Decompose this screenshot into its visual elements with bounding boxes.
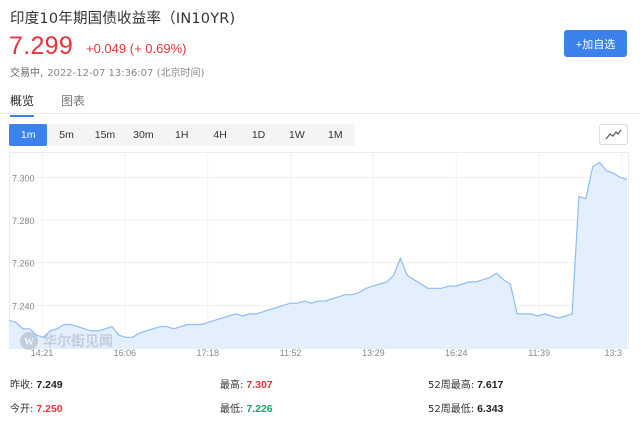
current-price: 7.299 <box>9 32 74 60</box>
trading-status: 交易中, 2022-12-07 13:36:07 (北京时间) <box>10 64 204 79</box>
range-4h[interactable]: 4H <box>201 124 239 146</box>
range-15m[interactable]: 15m <box>86 124 124 146</box>
yield-chart[interactable]: 7.3007.2807.2607.240 14:21 16:06 17:18 11:5… <box>9 152 629 362</box>
stat-label: 52周最低: <box>428 404 475 415</box>
x-tick-label: 11:39 <box>528 348 550 358</box>
x-axis: 14:21 16:06 17:18 11:52 13:29 16:24 11:39 13:3 <box>31 348 622 358</box>
y-axis: 7.300 7.280 7.260 7.240 <box>12 173 35 311</box>
range-1w[interactable]: 1W <box>278 124 316 146</box>
y-tick-label: 7.300 <box>12 173 35 183</box>
y-tick-label: 7.280 <box>12 216 35 226</box>
timestamp: 2022-12-07 13:36:07 (北京时间) <box>47 68 205 79</box>
stat-prev-close: 昨收: 7.249 <box>10 376 63 391</box>
tab-divider <box>0 113 640 114</box>
x-tick-label: 13:29 <box>362 348 385 358</box>
stat-label: 今开: <box>10 404 34 415</box>
x-tick-label: 11:52 <box>280 348 302 358</box>
range-1mo[interactable]: 1M <box>316 124 354 146</box>
add-to-watchlist-button[interactable]: +加自选 <box>564 30 627 57</box>
time-range-selector: 1m 5m 15m 30m 1H 4H 1D 1W 1M <box>9 124 355 146</box>
stat-value: 7.250 <box>36 403 63 415</box>
stat-52w-high: 52周最高: 7.617 <box>428 376 503 391</box>
line-chart-icon <box>605 129 622 140</box>
range-1m[interactable]: 1m <box>9 124 48 146</box>
stat-52w-low: 52周最低: 6.343 <box>428 400 503 415</box>
status-text: 交易中, <box>10 68 44 79</box>
stat-value: 7.226 <box>246 403 273 415</box>
stat-open: 今开: 7.250 <box>10 400 63 415</box>
stat-label: 昨收: <box>10 380 34 391</box>
watermark-text: 华尔街见闻 <box>43 333 113 350</box>
y-tick-label: 7.240 <box>12 301 35 311</box>
stat-high: 最高: 7.307 <box>220 376 273 391</box>
y-tick-label: 7.260 <box>12 259 35 269</box>
stat-value: 7.307 <box>246 379 273 391</box>
stat-label: 最高: <box>220 380 244 391</box>
range-1h[interactable]: 1H <box>163 124 201 146</box>
x-tick-label: 16:06 <box>114 348 137 358</box>
x-tick-label: 17:18 <box>196 348 219 358</box>
range-5m[interactable]: 5m <box>47 124 85 146</box>
x-tick-label: 16:24 <box>445 348 468 358</box>
range-1d[interactable]: 1D <box>239 124 277 146</box>
chart-area-fill <box>9 162 627 348</box>
svg-text:W: W <box>24 337 34 348</box>
x-tick-label: 13:3 <box>604 348 622 358</box>
stat-value: 6.343 <box>477 403 504 415</box>
chart-type-button[interactable] <box>599 124 628 145</box>
stat-value: 7.617 <box>477 379 504 391</box>
stat-value: 7.249 <box>36 379 63 391</box>
range-30m[interactable]: 30m <box>124 124 162 146</box>
stat-label: 最低: <box>220 404 244 415</box>
stat-low: 最低: 7.226 <box>220 400 273 415</box>
page-title: 印度10年期国债收益率（IN10YR) <box>10 11 236 27</box>
stat-label: 52周最高: <box>428 380 475 391</box>
watermark: W 华尔街见闻 <box>20 332 113 350</box>
price-change: +0.049 (+ 0.69%) <box>86 41 187 56</box>
